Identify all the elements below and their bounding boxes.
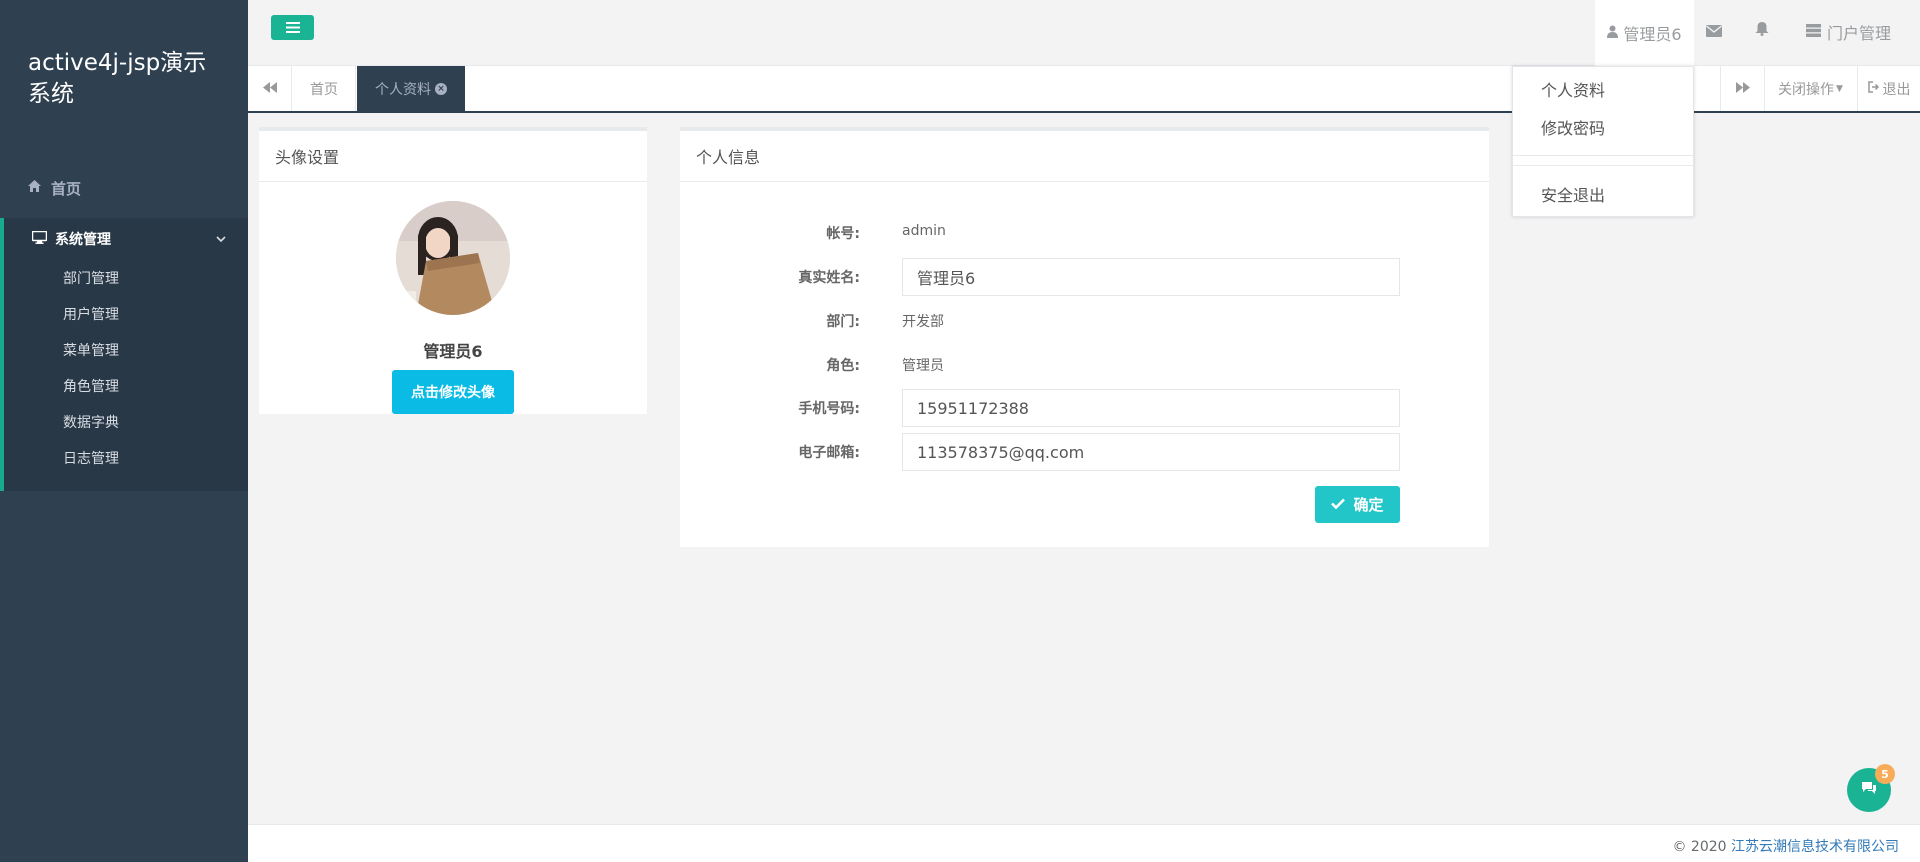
check-icon [1331, 497, 1346, 513]
sidebar-item-roles[interactable]: 角色管理 [4, 368, 248, 404]
company-link[interactable]: 江苏云潮信息技术有限公司 [1731, 839, 1899, 855]
sidebar-item-label: 首页 [51, 179, 82, 198]
confirm-label: 确定 [1353, 496, 1384, 514]
avatar [396, 201, 510, 315]
tab-logout-button[interactable]: 退出 [1857, 66, 1920, 111]
caret-down-icon: ▼ [1836, 83, 1843, 94]
tabs-scroll-left-button[interactable] [248, 66, 292, 111]
chat-unread-badge: 5 [1875, 764, 1895, 784]
email-label: 电子邮箱: [798, 445, 860, 461]
notifications-button[interactable] [1755, 21, 1769, 40]
logout-label: 退出 [1882, 81, 1911, 98]
server-icon [1806, 23, 1821, 41]
department-label: 部门: [826, 314, 860, 330]
menu-item-profile[interactable]: 个人资料 [1513, 71, 1695, 107]
menu-toggle-button[interactable] [271, 15, 314, 40]
chevron-down-icon [216, 232, 226, 246]
avatar-settings-panel: 头像设置 管理员6 点击修改头像 [259, 127, 647, 414]
user-dropdown-menu: 个人资料 修改密码 安全退出 [1512, 66, 1695, 217]
brand-title: active4j-jsp演示系统 [28, 50, 207, 107]
role-value: 管理员 [902, 358, 944, 374]
realname-label: 真实姓名: [798, 270, 860, 286]
account-value: admin [902, 223, 946, 239]
menu-divider [1513, 155, 1695, 156]
mail-button[interactable] [1706, 22, 1722, 41]
close-operations-dropdown[interactable]: 关闭操作 ▼ [1764, 66, 1856, 111]
menu-item-change-password[interactable]: 修改密码 [1513, 109, 1695, 145]
sidebar-item-logs[interactable]: 日志管理 [4, 440, 248, 476]
sidebar-group-system: 系统管理 部门管理 用户管理 菜单管理 角色管理 数据字典 日志管理 [0, 218, 248, 491]
phone-input[interactable]: 15951172388 [902, 389, 1400, 427]
sidebar-item-menus[interactable]: 菜单管理 [4, 332, 248, 368]
change-avatar-button[interactable]: 点击修改头像 [392, 370, 514, 414]
close-icon[interactable]: × [435, 82, 447, 95]
personal-info-panel: 个人信息 帐号: admin 真实姓名: 管理员6 部门: 开发部 角色: 管理… [680, 127, 1489, 547]
phone-label: 手机号码: [798, 401, 860, 417]
sidebar-group-label: 系统管理 [55, 232, 111, 248]
double-chevron-left-icon [262, 81, 277, 97]
realname-input[interactable]: 管理员6 [902, 258, 1400, 296]
bell-icon [1755, 21, 1769, 40]
footer: © 2020 江苏云潮信息技术有限公司 [248, 824, 1920, 862]
tab-profile[interactable]: 个人资料 × [357, 66, 465, 111]
envelope-icon [1706, 22, 1722, 41]
account-label: 帐号: [826, 226, 860, 242]
department-value: 开发部 [902, 314, 944, 330]
close-ops-label: 关闭操作 [1778, 81, 1835, 98]
hamburger-icon [285, 19, 300, 37]
user-icon [1607, 25, 1619, 42]
role-label: 角色: [826, 358, 860, 374]
sidebar-item-home[interactable]: 首页 [0, 172, 248, 204]
email-input[interactable]: 113578375@qq.com [902, 433, 1400, 471]
tab-home[interactable]: 首页 [293, 66, 356, 111]
tabs-scroll-right-button[interactable] [1720, 66, 1764, 111]
portal-management-button[interactable]: 门户管理 [1806, 20, 1891, 44]
footer-copyright: © 2020 江苏云潮信息技术有限公司 [1672, 836, 1899, 856]
confirm-button[interactable]: 确定 [1315, 486, 1400, 523]
portal-label: 门户管理 [1827, 24, 1892, 43]
copyright-text: © 2020 [1672, 839, 1731, 855]
sidebar-group-header[interactable]: 系统管理 [4, 218, 248, 260]
panel-title: 个人信息 [680, 131, 1489, 182]
tab-label: 个人资料 [375, 81, 431, 98]
sidebar-item-users[interactable]: 用户管理 [4, 296, 248, 332]
top-navbar: 管理员6 门户管理 [248, 0, 1920, 66]
sidebar-item-dept[interactable]: 部门管理 [4, 260, 248, 296]
double-chevron-right-icon [1735, 81, 1750, 97]
home-icon [28, 180, 41, 196]
sign-out-icon [1867, 81, 1880, 96]
sidebar: active4j-jsp演示系统 首页 系统管理 部门管理 用户管理 菜单管理 … [0, 0, 248, 862]
menu-divider [1513, 165, 1695, 166]
user-name: 管理员6 [1623, 25, 1682, 44]
comments-icon [1861, 781, 1877, 799]
monitor-icon [31, 230, 48, 248]
panel-title: 头像设置 [259, 131, 647, 182]
menu-item-safe-logout[interactable]: 安全退出 [1513, 176, 1695, 212]
avatar-user-name: 管理员6 [423, 342, 483, 361]
sidebar-item-dictionary[interactable]: 数据字典 [4, 404, 248, 440]
user-menu-button[interactable]: 管理员6 [1595, 0, 1694, 66]
